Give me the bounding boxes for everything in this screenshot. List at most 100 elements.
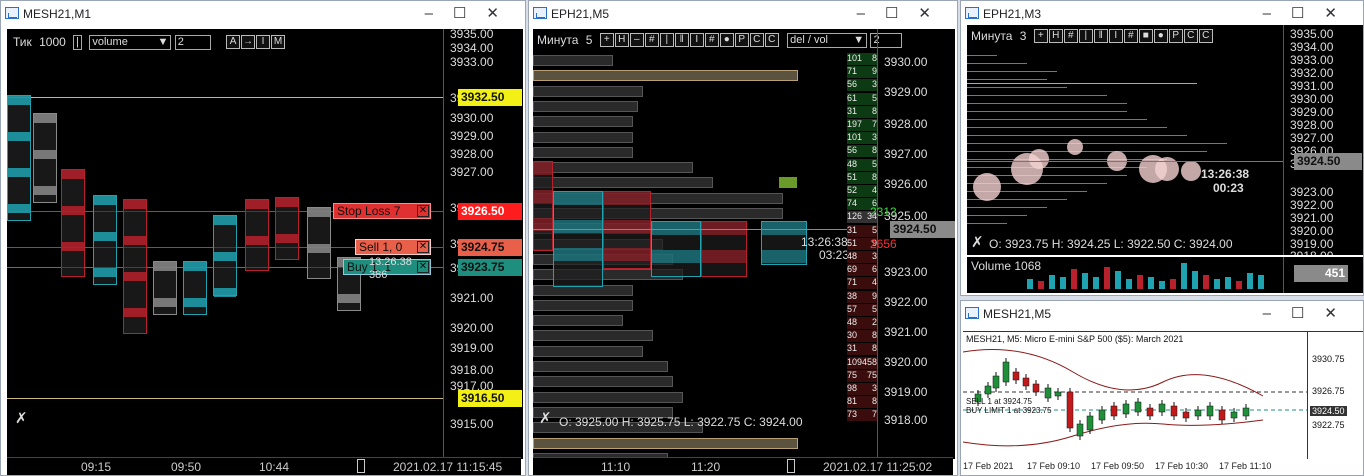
volume-bar xyxy=(1203,275,1209,289)
square-icon[interactable]: ■ xyxy=(1138,29,1153,43)
dom-row[interactable]: 31 8 xyxy=(847,343,877,356)
cursor-icon[interactable]: I xyxy=(1108,29,1123,43)
window-eph21-m3[interactable]: EPH21,M3 –☐✕ Минута 3 + H # | ‖ I # ■ ● P C C 13:26… xyxy=(960,0,1364,296)
p-icon[interactable]: P xyxy=(734,33,749,47)
dom-row[interactable]: 101 8 xyxy=(847,53,877,65)
profile-line xyxy=(967,71,1057,72)
dom-row[interactable]: 52 4 xyxy=(847,185,877,197)
time-axis[interactable]: 09:15 09:50 10:44 2021.02.17 11:15:45 xyxy=(7,457,521,475)
time-axis[interactable]: 17 Feb 2021 17 Feb 09:10 17 Feb 09:50 17… xyxy=(963,459,1361,475)
scroll-handle[interactable] xyxy=(357,459,365,473)
sell-order-label[interactable]: SELL 1 at 3924.75 xyxy=(966,397,1032,406)
bubble-chart[interactable]: Минута 3 + H # | ‖ I # ■ ● P C C 13:26:38 00:23 ✗ O… xyxy=(967,25,1363,255)
dom-row[interactable]: 98 3 xyxy=(847,383,877,395)
c-icon[interactable]: C xyxy=(1198,29,1213,43)
p-icon[interactable]: P xyxy=(1168,29,1183,43)
window-controls[interactable]: –☐✕ xyxy=(1263,304,1357,322)
grid-icon[interactable]: # xyxy=(644,33,659,47)
buy-order-label[interactable]: BUY LIMIT 1 at 3923.75 xyxy=(966,406,1052,415)
footprint-chart[interactable]: Тик 1000 | volume ▼ 2 A → I M Stop Loss 7 ✕ S… xyxy=(7,29,523,459)
arrow-icon[interactable]: → xyxy=(241,35,256,49)
circle-icon[interactable]: ● xyxy=(1153,29,1168,43)
tools-icon[interactable]: ✗ xyxy=(15,409,28,427)
volume-bar xyxy=(1225,277,1231,289)
window-eph21-m5[interactable]: EPH21,M5 –☐✕ Минута 5 + H – # | ‖ I # ● P C C del /… xyxy=(528,0,958,476)
dom-row[interactable]: 48 2 xyxy=(847,317,877,329)
scroll-handle[interactable] xyxy=(787,459,795,473)
dom-row[interactable]: 71 9 xyxy=(847,66,877,79)
dom-row[interactable]: 56 8 xyxy=(847,145,877,158)
dom-row[interactable]: 75 75 xyxy=(847,369,877,382)
metric-select[interactable]: del / vol ▼ xyxy=(787,33,868,48)
price-axis[interactable]: 3930.00 3929.00 3928.00 3927.00 3926.00 3925.… xyxy=(870,29,955,459)
dom-row[interactable]: 57 5 xyxy=(847,303,877,316)
dom-row[interactable]: 73 7 xyxy=(847,409,877,422)
dom-row[interactable]: 61 5 xyxy=(847,92,877,105)
dom-row[interactable]: 48 3 xyxy=(847,251,877,263)
grid2-icon[interactable]: # xyxy=(704,33,719,47)
dom-row[interactable]: 69 6 xyxy=(847,264,877,277)
c-icon[interactable]: C xyxy=(764,33,779,47)
price-axis[interactable]: 3935.00 3934.00 3933.00 3932.00 3931.00 3930.… xyxy=(1283,25,1363,255)
pc-icon[interactable]: C xyxy=(1183,29,1198,43)
candles-icon[interactable]: ‖ xyxy=(674,33,689,47)
grid-icon[interactable]: # xyxy=(1063,29,1078,43)
dom-row[interactable]: 81 8 xyxy=(847,396,877,409)
plus-icon[interactable]: + xyxy=(599,33,614,47)
plus-icon[interactable]: + xyxy=(1033,29,1048,43)
circle-icon[interactable]: ● xyxy=(719,33,734,47)
dom-row[interactable]: 38 9 xyxy=(847,290,877,303)
dom-row[interactable]: 31 5 xyxy=(847,224,877,237)
stop-loss-order[interactable]: Stop Loss 7 ✕ xyxy=(333,203,431,219)
price-axis[interactable]: 3930.75 3926.75 3924.50 3922.75 xyxy=(1307,332,1363,461)
dom-row[interactable]: 197 7 xyxy=(847,119,877,131)
title-bar[interactable]: MESH21,M5 –☐✕ xyxy=(961,301,1363,327)
window-controls[interactable]: –☐✕ xyxy=(857,4,951,22)
close-icon[interactable]: ✕ xyxy=(417,241,429,253)
footprint-cell xyxy=(246,245,268,254)
title-bar[interactable]: MESH21,M1 –☐✕ xyxy=(1,1,525,27)
dom-row[interactable]: 51 8 xyxy=(847,171,877,184)
window-controls[interactable]: –☐✕ xyxy=(425,4,519,22)
marker-icon[interactable]: M xyxy=(271,35,286,49)
sell-order[interactable]: Sell 1, 0 ✕ xyxy=(355,239,431,255)
candle-body xyxy=(1194,409,1202,417)
dom-row[interactable]: 48 5 xyxy=(847,158,877,171)
dom-row[interactable]: 56 3 xyxy=(847,79,877,92)
mode-value[interactable]: 5 xyxy=(586,33,593,47)
dom-row[interactable]: 101 3 xyxy=(847,132,877,145)
metric-select[interactable]: volume ▼ xyxy=(89,35,172,50)
window-mesh21-m1[interactable]: MESH21,M1 –☐✕ Тик 1000 | volume ▼ 2 A → I M … xyxy=(0,0,526,476)
minus-icon[interactable]: – xyxy=(629,33,644,47)
price-axis[interactable]: 3935.003934.003933.003931.003930.003929.… xyxy=(443,29,523,459)
dom-row[interactable]: 71 4 xyxy=(847,277,877,290)
tools-icon[interactable]: ✗ xyxy=(971,233,984,251)
dom-row[interactable]: 109 458 xyxy=(847,356,877,369)
title-bar[interactable]: EPH21,M5 –☐✕ xyxy=(529,1,957,27)
bars-icon[interactable]: | xyxy=(1078,29,1093,43)
close-icon[interactable]: ✕ xyxy=(417,205,429,217)
level-spinner[interactable]: 2 xyxy=(174,35,211,50)
close-icon[interactable]: ✕ xyxy=(417,261,429,273)
cursor-icon[interactable]: I xyxy=(256,35,271,49)
dom-row[interactable]: 30 8 xyxy=(847,330,877,343)
volume-subchart[interactable]: Volume 1068 451 xyxy=(967,257,1363,293)
window-mesh21-m5[interactable]: MESH21,M5 –☐✕ MESH21, M5: Micro E-mini S… xyxy=(960,300,1364,476)
bars-icon[interactable]: | xyxy=(659,33,674,47)
tools-icon[interactable]: ✗ xyxy=(539,409,552,427)
pc-icon[interactable]: C xyxy=(749,33,764,47)
title-bar[interactable]: EPH21,M3 –☐✕ xyxy=(961,1,1363,27)
auto-button[interactable]: A xyxy=(226,35,241,49)
h-icon[interactable]: H xyxy=(1048,29,1063,43)
h-icon[interactable]: H xyxy=(614,33,629,47)
mode-value[interactable]: 3 xyxy=(1020,29,1027,43)
time-axis[interactable]: 11:10 11:20 2021.02.17 11:25:02 xyxy=(533,457,953,475)
candlestick-chart[interactable]: MESH21, M5: Micro E-mini S&P 500 ($5): M… xyxy=(963,331,1363,461)
dom-row[interactable]: 31 8 xyxy=(847,105,877,118)
window-controls[interactable]: –☐✕ xyxy=(1263,4,1357,22)
candles-icon[interactable]: ‖ xyxy=(1093,29,1108,43)
mode-value[interactable]: 1000 xyxy=(39,35,66,49)
grid2-icon[interactable]: # xyxy=(1123,29,1138,43)
cluster-chart[interactable]: Минута 5 + H – # | ‖ I # ● P C C del / vol ▼ 2 13:26… xyxy=(533,29,955,459)
cursor-icon[interactable]: I xyxy=(689,33,704,47)
